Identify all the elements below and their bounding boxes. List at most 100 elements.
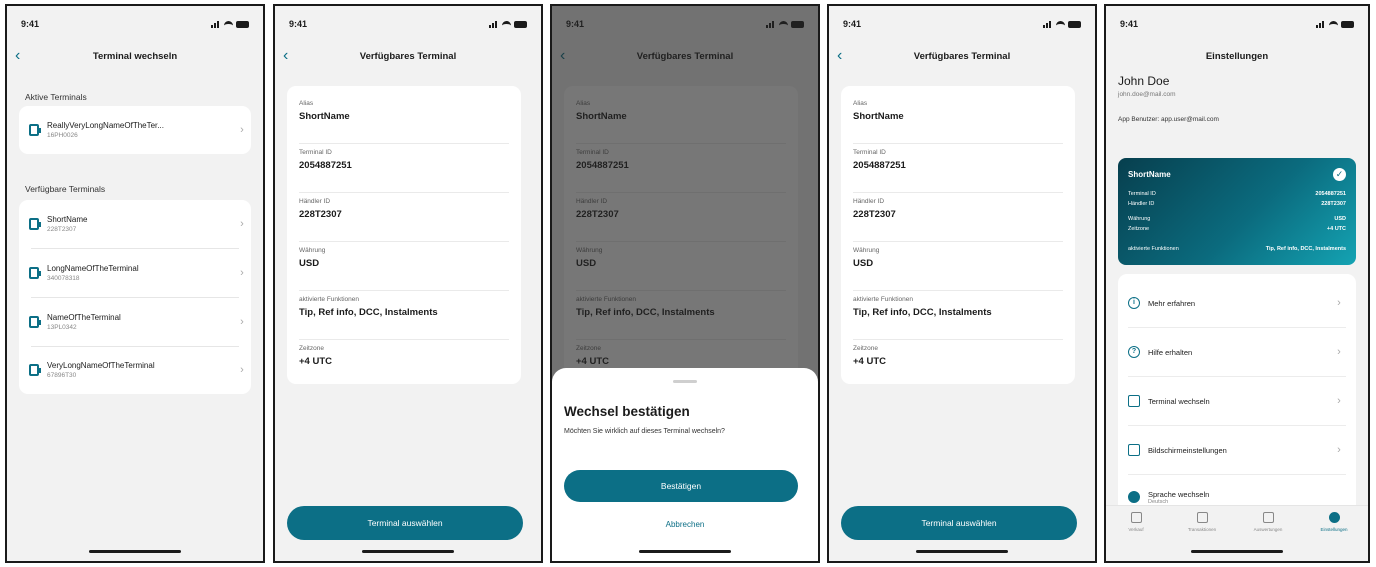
field-alias: Alias ShortName bbox=[853, 100, 1063, 144]
field-value: 2054887251 bbox=[299, 160, 352, 171]
phone-settings: 9:41 Einstellungen John Doe john.doe@mai… bbox=[1104, 4, 1370, 563]
signal-icon bbox=[1316, 20, 1326, 28]
phone-terminal-switch: 9:41 ‹ Terminal wechseln Aktive Terminal… bbox=[5, 4, 265, 563]
status-time: 9:41 bbox=[289, 19, 308, 29]
wifi-icon bbox=[502, 20, 511, 28]
card-row-label: Terminal ID bbox=[1128, 191, 1156, 197]
field-label: Händler ID bbox=[299, 198, 331, 205]
globe-icon bbox=[1128, 491, 1140, 503]
card-row: Zeitzone +4 UTC bbox=[1128, 226, 1346, 232]
menu-item-label: Mehr erfahren bbox=[1148, 298, 1196, 308]
terminal-icon bbox=[29, 267, 41, 279]
field-value: USD bbox=[299, 258, 320, 269]
divider bbox=[299, 192, 509, 193]
menu-item-learn-more[interactable]: i Mehr erfahren › bbox=[1128, 288, 1348, 318]
back-button[interactable]: ‹ bbox=[837, 46, 853, 68]
signal-icon bbox=[211, 20, 221, 28]
check-icon: ✓ bbox=[1333, 168, 1346, 181]
signal-icon bbox=[1043, 20, 1053, 28]
menu-item-display-settings[interactable]: Bildschirmeinstellungen › bbox=[1128, 435, 1348, 465]
menu-item-subtitle: Deutsch bbox=[1148, 498, 1169, 505]
terminal-item[interactable]: LongNameOfTheTerminal 340078318 › bbox=[19, 249, 251, 297]
field-label: Währung bbox=[299, 247, 326, 254]
field-value: ShortName bbox=[299, 111, 350, 122]
menu-item-switch-terminal[interactable]: Terminal wechseln › bbox=[1128, 386, 1348, 416]
tab-label: Verkauf bbox=[1128, 527, 1144, 532]
terminal-icon bbox=[29, 316, 41, 328]
divider bbox=[1128, 327, 1346, 328]
card-row-label: Händler ID bbox=[1128, 201, 1155, 207]
active-terminals-label: Aktive Terminals bbox=[25, 92, 87, 102]
field-value: 228T2307 bbox=[299, 209, 342, 220]
divider bbox=[1128, 474, 1346, 475]
info-icon: i bbox=[1128, 297, 1140, 309]
card-row-value: +4 UTC bbox=[1326, 226, 1346, 232]
menu-item-title: Sprache wechseln bbox=[1148, 489, 1210, 499]
phone-terminal-detail-2: 9:41 ‹ Verfügbares Terminal Alias ShortN… bbox=[827, 4, 1097, 563]
menu-item-help[interactable]: ? Hilfe erhalten › bbox=[1128, 337, 1348, 367]
chevron-right-icon: › bbox=[240, 124, 244, 136]
field-value: USD bbox=[853, 258, 874, 269]
active-terminal-card[interactable]: ShortName ✓ Terminal ID 2054887251 Händl… bbox=[1118, 158, 1356, 265]
field-functions: aktivierte Funktionen Tip, Ref info, DCC… bbox=[853, 296, 1063, 340]
terminal-icon bbox=[29, 364, 41, 376]
select-terminal-button[interactable]: Terminal auswählen bbox=[287, 506, 523, 540]
terminal-name: ShortName bbox=[1128, 170, 1171, 179]
field-label: Alias bbox=[299, 100, 314, 107]
terminal-name: VeryLongNameOfTheTerminal bbox=[47, 361, 155, 370]
chevron-right-icon: › bbox=[240, 364, 244, 376]
confirm-button[interactable]: Bestätigen bbox=[564, 470, 798, 502]
terminal-id: 13PL0342 bbox=[47, 324, 77, 331]
sheet-grabber[interactable] bbox=[673, 380, 697, 383]
select-terminal-button[interactable]: Terminal auswählen bbox=[841, 506, 1077, 540]
field-label: Währung bbox=[853, 247, 880, 254]
gear-icon bbox=[1328, 512, 1340, 523]
tab-sale[interactable]: Verkauf bbox=[1106, 512, 1166, 532]
tab-reports[interactable]: Auswertungen bbox=[1238, 512, 1298, 532]
menu-item-label: Sprache wechseln Deutsch bbox=[1148, 490, 1348, 505]
terminal-item[interactable]: ShortName 228T2307 › bbox=[19, 200, 251, 248]
nav-bar: ‹ Terminal wechseln bbox=[7, 46, 263, 68]
field-currency: Währung USD bbox=[299, 247, 509, 291]
tab-settings[interactable]: Einstellungen bbox=[1304, 512, 1364, 532]
back-button[interactable]: ‹ bbox=[15, 46, 31, 68]
signal-icon bbox=[489, 20, 499, 28]
chevron-right-icon: › bbox=[1337, 444, 1341, 456]
divider bbox=[853, 143, 1063, 144]
terminal-item[interactable]: NameOfTheTerminal 13PL0342 › bbox=[19, 298, 251, 346]
status-icons bbox=[1316, 20, 1354, 28]
wifi-icon bbox=[1056, 20, 1065, 28]
tab-transactions[interactable]: Transaktionen bbox=[1172, 512, 1232, 532]
field-label: Zeitzone bbox=[853, 345, 878, 352]
menu-item-label: Hilfe erhalten bbox=[1148, 347, 1193, 357]
reports-icon bbox=[1262, 512, 1274, 523]
terminal-item[interactable]: ReallyVeryLongNameOfTheTer... 16PH0026 › bbox=[19, 106, 251, 154]
home-indicator bbox=[89, 550, 181, 553]
divider bbox=[853, 290, 1063, 291]
cancel-button[interactable]: Abbrechen bbox=[552, 520, 818, 529]
status-time: 9:41 bbox=[1120, 19, 1139, 29]
available-terminals-card: ShortName 228T2307 › LongNameOfTheTermin… bbox=[19, 200, 251, 394]
tab-bar: Verkauf Transaktionen Auswertungen Einst… bbox=[1106, 505, 1368, 543]
status-time: 9:41 bbox=[843, 19, 862, 29]
terminal-icon bbox=[29, 218, 41, 230]
field-terminal-id: Terminal ID 2054887251 bbox=[299, 149, 509, 193]
tab-label: Einstellungen bbox=[1320, 527, 1348, 532]
wifi-icon bbox=[1329, 20, 1338, 28]
terminal-icon bbox=[29, 124, 41, 136]
wifi-icon bbox=[224, 20, 233, 28]
nav-bar: Einstellungen bbox=[1106, 46, 1368, 68]
available-terminals-label: Verfügbare Terminals bbox=[25, 184, 106, 194]
home-indicator bbox=[1191, 550, 1283, 553]
field-merchant-id: Händler ID 228T2307 bbox=[853, 198, 1063, 242]
terminal-detail-card: Alias ShortName Terminal ID 2054887251 H… bbox=[287, 86, 521, 384]
terminal-item[interactable]: VeryLongNameOfTheTerminal 67896T30 › bbox=[19, 346, 251, 394]
field-timezone: Zeitzone +4 UTC bbox=[853, 345, 1063, 367]
field-currency: Währung USD bbox=[853, 247, 1063, 291]
divider bbox=[299, 143, 509, 144]
status-time: 9:41 bbox=[21, 19, 40, 29]
home-indicator bbox=[639, 550, 731, 553]
home-indicator bbox=[916, 550, 1008, 553]
back-button[interactable]: ‹ bbox=[283, 46, 299, 68]
phone-terminal-detail: 9:41 ‹ Verfügbares Terminal Alias ShortN… bbox=[273, 4, 543, 563]
